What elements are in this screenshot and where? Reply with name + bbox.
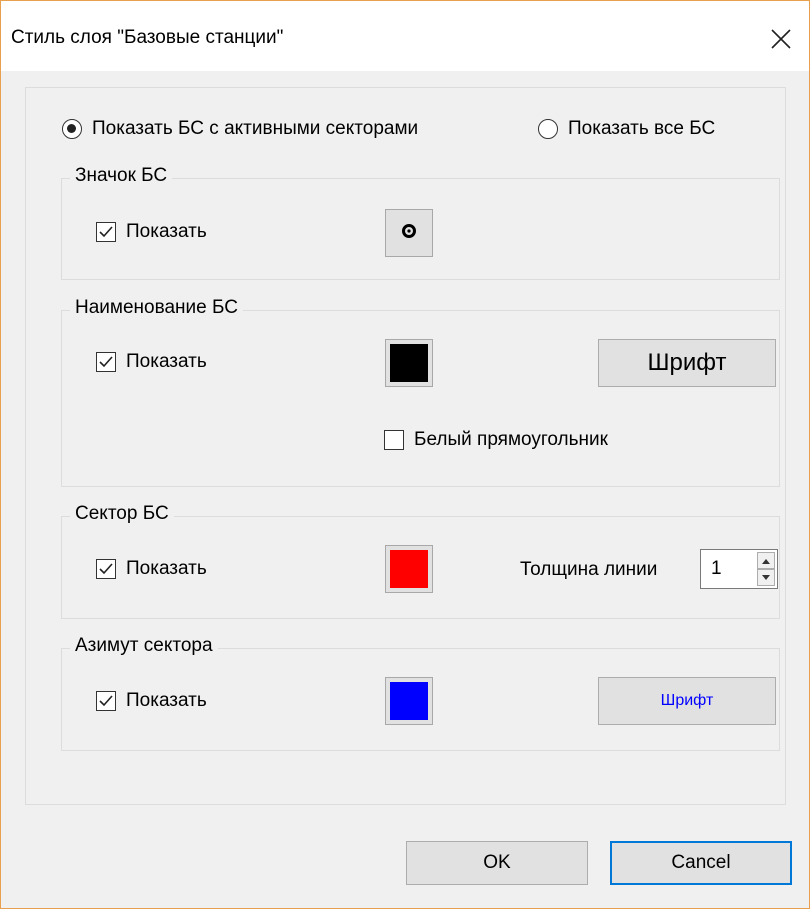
icon-show-label: Показать <box>126 221 207 242</box>
spinner-down-icon[interactable] <box>757 569 775 586</box>
white-rect-checkbox[interactable]: Белый прямоугольник <box>384 429 608 451</box>
checkbox-checked-icon[interactable] <box>96 352 116 372</box>
azimuth-show-checkbox[interactable]: Показать <box>96 690 207 712</box>
radio-active-sectors[interactable]: Показать БС с активными секторами <box>62 118 418 140</box>
icon-symbol-button[interactable] <box>385 209 433 257</box>
cancel-button[interactable]: Cancel <box>610 841 792 885</box>
azimuth-font-button[interactable]: Шрифт <box>598 677 776 725</box>
azimuth-show-label: Показать <box>126 690 207 711</box>
ok-button[interactable]: OK <box>406 841 588 885</box>
sector-show-label: Показать <box>126 558 207 579</box>
dialog-window: Стиль слоя "Базовые станции" Показать БС… <box>0 0 810 909</box>
checkbox-unchecked-icon[interactable] <box>384 430 404 450</box>
checkbox-checked-icon[interactable] <box>96 559 116 579</box>
radio-all-stations[interactable]: Показать все БС <box>538 118 715 140</box>
checkbox-checked-icon[interactable] <box>96 222 116 242</box>
window-title: Стиль слоя "Базовые станции" <box>11 27 284 48</box>
name-color-swatch <box>390 344 428 382</box>
radio-active-sectors-label: Показать БС с активными секторами <box>92 118 419 139</box>
radio-all-stations-label: Показать все БС <box>568 118 716 139</box>
radio-unselected-icon[interactable] <box>538 119 558 139</box>
radio-selected-icon[interactable] <box>62 119 82 139</box>
name-font-button[interactable]: Шрифт <box>598 339 776 387</box>
sector-show-checkbox[interactable]: Показать <box>96 558 207 580</box>
group-station-name-title: Наименование БС <box>70 297 243 319</box>
line-width-spinner[interactable]: 1 <box>700 549 778 589</box>
title-bar: Стиль слоя "Базовые станции" <box>1 1 809 71</box>
close-icon[interactable] <box>761 19 801 59</box>
azimuth-color-button[interactable] <box>385 677 433 725</box>
group-azimuth-title: Азимут сектора <box>70 635 218 657</box>
spinner-up-icon[interactable] <box>757 552 775 569</box>
white-rect-label: Белый прямоугольник <box>414 429 608 450</box>
line-width-label: Толщина линии <box>520 559 658 580</box>
sector-color-swatch <box>390 550 428 588</box>
spinner-arrows <box>757 552 775 586</box>
group-sector: Сектор БС Показать Толщина линии 1 <box>61 503 780 619</box>
azimuth-color-swatch <box>390 682 428 720</box>
group-sector-title: Сектор БС <box>70 503 174 525</box>
group-station-name: Наименование БС Показать Шрифт Белый пря… <box>61 297 780 487</box>
dialog-body: Показать БС с активными секторами Показа… <box>1 71 809 908</box>
sector-color-button[interactable] <box>385 545 433 593</box>
line-width-value[interactable]: 1 <box>711 558 722 580</box>
settings-panel: Показать БС с активными секторами Показа… <box>25 87 786 805</box>
target-circle-icon <box>401 223 417 244</box>
icon-show-checkbox[interactable]: Показать <box>96 221 207 243</box>
name-color-button[interactable] <box>385 339 433 387</box>
checkbox-checked-icon[interactable] <box>96 691 116 711</box>
name-show-label: Показать <box>126 351 207 372</box>
group-station-icon-title: Значок БС <box>70 165 173 187</box>
group-station-icon: Значок БС Показать <box>61 165 780 280</box>
name-show-checkbox[interactable]: Показать <box>96 351 207 373</box>
group-azimuth: Азимут сектора Показать Шрифт <box>61 635 780 751</box>
